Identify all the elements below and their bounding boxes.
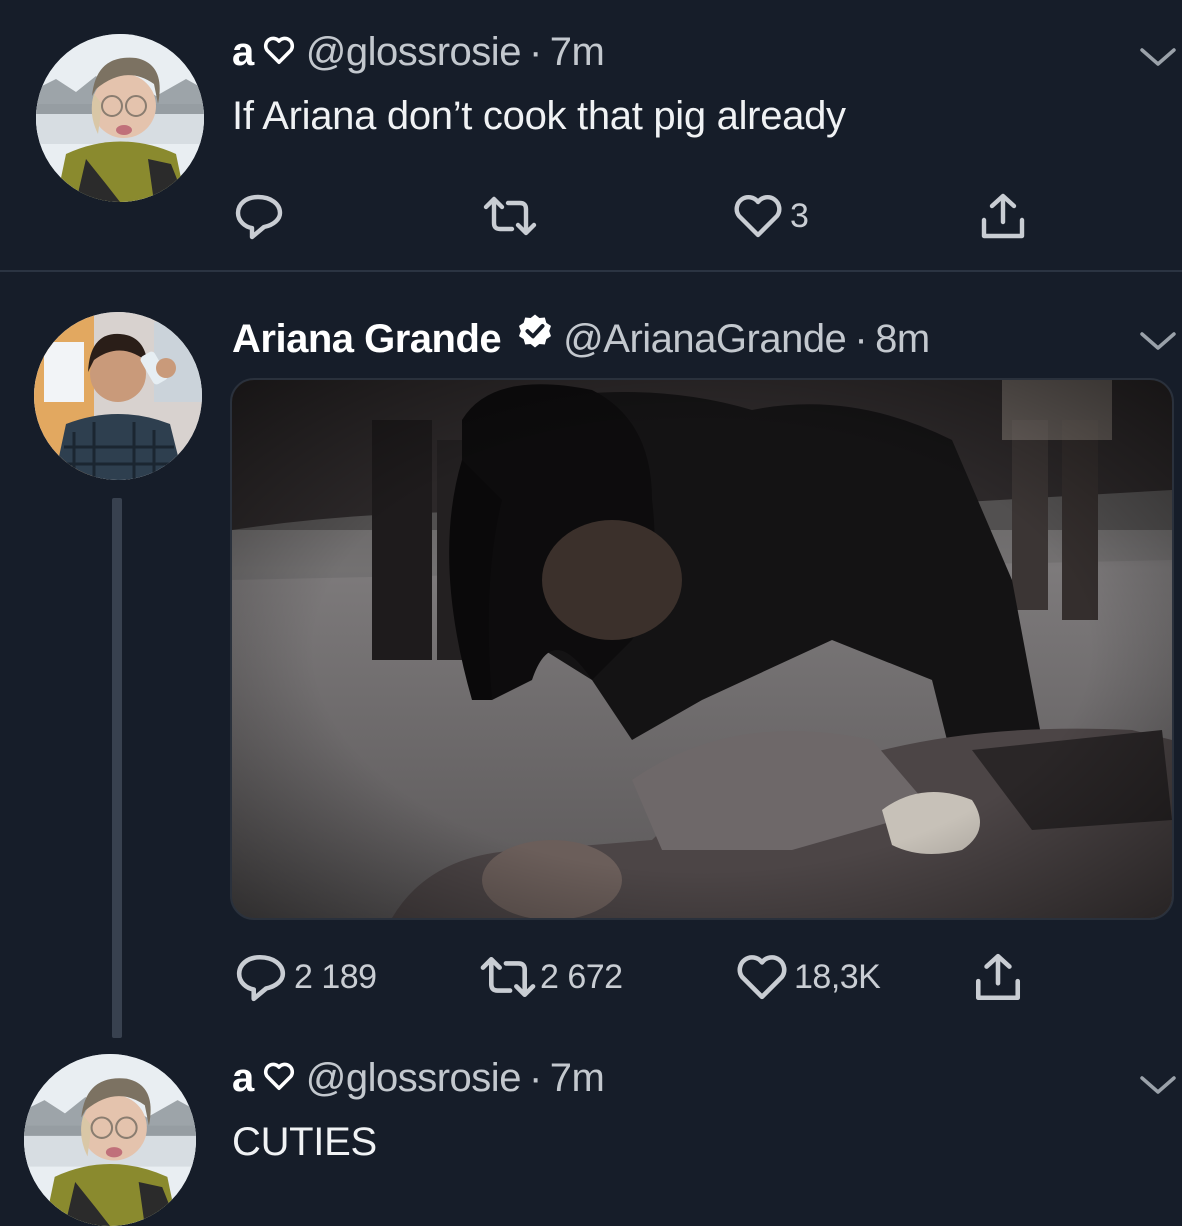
tweet-text: CUTIES xyxy=(232,1120,377,1164)
handle[interactable]: @ArianaGrande xyxy=(563,317,847,362)
tweet-3[interactable]: a @glossrosie · 7m CUTIES xyxy=(0,1042,1182,1226)
display-name[interactable]: a xyxy=(232,30,254,75)
like-button[interactable]: 3 xyxy=(732,193,978,239)
thread-line xyxy=(112,498,122,1038)
avatar[interactable] xyxy=(36,34,204,202)
timestamp[interactable]: 7m xyxy=(550,1056,605,1101)
handle[interactable]: @glossrosie xyxy=(306,30,522,75)
heart-emoji-icon xyxy=(263,1062,294,1091)
share-button[interactable] xyxy=(972,950,1024,1004)
reply-button[interactable] xyxy=(232,191,482,241)
like-count: 18,3K xyxy=(794,957,881,996)
reply-icon xyxy=(235,194,283,240)
share-icon xyxy=(981,193,1025,239)
display-name[interactable]: a xyxy=(232,1056,254,1101)
tweet-header: a @glossrosie · 7m xyxy=(232,1056,605,1101)
separator: · xyxy=(854,317,868,361)
media-photo xyxy=(232,380,1172,918)
retweet-button[interactable] xyxy=(482,193,732,239)
tweet-1[interactable]: a @glossrosie · 7m If Ariana don’t cook … xyxy=(0,0,1182,270)
reply-button[interactable]: 2 189 xyxy=(232,951,478,1003)
like-count: 3 xyxy=(790,196,809,235)
action-bar: 3 xyxy=(232,190,1028,242)
avatar-image xyxy=(24,1054,196,1226)
timestamp[interactable]: 7m xyxy=(550,30,605,75)
separator: · xyxy=(528,1056,542,1100)
like-button[interactable]: 18,3K xyxy=(734,953,972,1001)
heart-icon xyxy=(737,955,787,1000)
separator: · xyxy=(528,30,542,74)
avatar-image xyxy=(36,34,204,202)
reply-count: 2 189 xyxy=(294,957,377,996)
tweet-media-image[interactable] xyxy=(230,378,1174,920)
reply-icon xyxy=(236,954,286,1002)
share-button[interactable] xyxy=(978,190,1028,242)
avatar[interactable] xyxy=(34,312,202,480)
heart-emoji-icon xyxy=(263,36,294,65)
retweet-icon xyxy=(480,956,536,998)
chevron-down-icon[interactable] xyxy=(1138,1074,1178,1098)
avatar-image xyxy=(34,312,202,480)
handle[interactable]: @glossrosie xyxy=(306,1056,522,1101)
retweet-count: 2 672 xyxy=(540,957,623,996)
heart-icon xyxy=(734,195,782,238)
share-icon xyxy=(975,953,1021,1001)
tweet-header: a @glossrosie · 7m xyxy=(232,30,605,75)
chevron-down-icon[interactable] xyxy=(1138,330,1178,354)
tweet-header: Ariana Grande @ArianaGrande · 8m xyxy=(232,312,930,362)
tweet-text: If Ariana don’t cook that pig already xyxy=(232,94,846,138)
action-bar: 2 189 2 672 18,3K xyxy=(232,950,1024,1004)
verified-icon xyxy=(519,314,552,348)
retweet-icon xyxy=(483,196,537,236)
timestamp[interactable]: 8m xyxy=(875,317,930,362)
retweet-button[interactable]: 2 672 xyxy=(478,953,734,1001)
display-name[interactable]: Ariana Grande xyxy=(232,317,502,362)
chevron-down-icon[interactable] xyxy=(1138,46,1178,70)
avatar[interactable] xyxy=(24,1054,196,1226)
